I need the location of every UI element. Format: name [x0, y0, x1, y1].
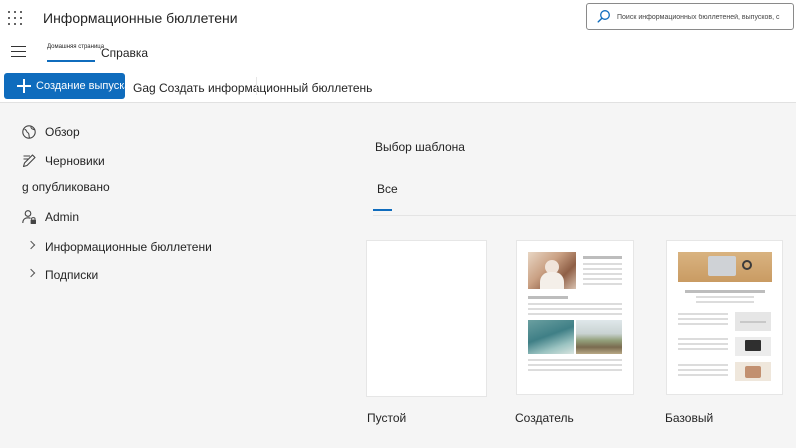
sidebar-item-newsletters[interactable]: Информационные бюллетени — [0, 235, 240, 257]
page-title: Выбор шаблона — [375, 140, 465, 154]
tab-all[interactable]: Все — [377, 182, 398, 196]
search-input[interactable] — [617, 9, 789, 25]
chevron-right-icon — [26, 268, 36, 278]
template-card-creator[interactable] — [516, 240, 634, 395]
template-label-creator: Создатель — [515, 411, 574, 425]
sidebar-item-label: Черновики — [45, 154, 105, 168]
template-card-basic[interactable] — [666, 240, 783, 395]
main-content: Выбор шаблона Все Пустой Создатель Базов… — [340, 104, 796, 448]
chevron-right-icon — [26, 240, 36, 250]
search-icon — [597, 10, 610, 23]
left-navigation: Обзор Черновики g опубликовано Admin Инф… — [0, 104, 330, 448]
sidebar-item-label: Обзор — [45, 125, 80, 139]
nav-home-selected-indicator — [47, 60, 95, 62]
create-issue-button[interactable]: Создание выпуска — [4, 73, 125, 99]
command-bar-divider — [256, 77, 257, 95]
template-thumbnail-photo-road — [576, 320, 622, 354]
template-label-basic: Базовый — [665, 411, 714, 425]
app-title: Информационные бюллетени — [43, 10, 238, 26]
command-bar: Создание выпуска Gag Создать информацион… — [0, 69, 796, 103]
template-thumbnail-photo-sea — [528, 320, 574, 354]
top-nav: Домашняя страница Справка — [0, 38, 796, 69]
nav-home-link[interactable]: Домашняя страница — [47, 44, 104, 50]
plus-icon — [17, 79, 31, 93]
create-issue-label: Создание выпуска — [36, 80, 125, 92]
app-header: Информационные бюллетени — [0, 0, 796, 38]
search-box[interactable] — [586, 3, 794, 30]
nav-help-link[interactable]: Справка — [101, 46, 148, 60]
template-label-blank: Пустой — [367, 411, 407, 425]
template-card-blank[interactable] — [366, 240, 487, 397]
template-thumbnail-photo-2 — [735, 337, 771, 356]
sidebar-item-label: Подписки — [45, 268, 99, 282]
person-lock-icon — [22, 210, 36, 224]
pen-icon — [22, 154, 36, 168]
app-launcher-icon[interactable] — [8, 11, 22, 25]
tab-selected-indicator — [373, 209, 392, 211]
create-newsletter-title[interactable]: Gag Создать информационный бюллетень — [133, 81, 372, 95]
template-thumbnail-photo-1 — [735, 312, 771, 331]
template-thumbnail-photo-laptop — [678, 252, 772, 282]
sidebar-item-published[interactable]: g опубликовано — [22, 180, 110, 194]
sidebar-item-label: Admin — [45, 210, 80, 224]
template-thumbnail-photo-3 — [735, 362, 771, 381]
globe-icon — [22, 125, 36, 139]
sidebar-item-subscriptions[interactable]: Подписки — [0, 263, 240, 285]
tab-divider — [373, 215, 796, 216]
template-thumbnail-photo-person — [528, 252, 576, 289]
hamburger-menu-icon[interactable] — [11, 46, 27, 58]
sidebar-item-label: Информационные бюллетени — [45, 240, 212, 254]
